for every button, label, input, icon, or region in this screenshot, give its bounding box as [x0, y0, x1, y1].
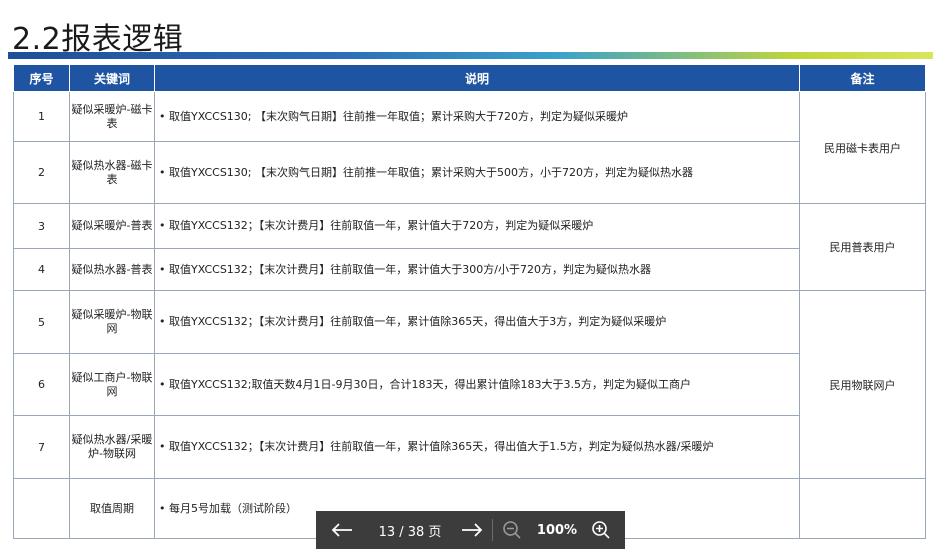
arrow-right-icon [462, 523, 483, 537]
table-row: 6 疑似工商户-物联网 • 取值YXCCS132;取值天数4月1日-9月30日，合… [13, 353, 926, 416]
note-group2: 民用普表用户 [799, 203, 926, 291]
table-row: 1 疑似采暖炉-磁卡表 • 取值YXCCS130; 【末次购气日期】往前推一年取值… [13, 91, 926, 204]
row-keyword: 疑似热水器/采暖炉-物联网 [69, 415, 155, 479]
bullet-icon: • [159, 315, 166, 328]
logic-table: 序号 关键词 说明 备注 1 疑似采暖炉-磁卡表 • 取值YXCCS130; 【末… [13, 64, 926, 539]
arrow-left-icon [331, 523, 352, 537]
bullet-icon: • [159, 165, 166, 179]
bullet-icon: • [159, 109, 166, 123]
bullet-icon: • [159, 219, 166, 232]
row-keyword: 疑似热水器-普表 [69, 248, 155, 291]
bullet-icon: • [159, 262, 166, 276]
page-indicator[interactable]: 13 / 38 页 [368, 521, 452, 540]
pdf-viewer-toolbar: 13 / 38 页 100% [316, 511, 625, 549]
prev-page-button[interactable] [316, 511, 368, 549]
zoom-in-icon [592, 521, 610, 539]
row-description-text: 每月5号加载（测试阶段） [169, 501, 297, 515]
header-keyword: 关键词 [69, 64, 155, 92]
header-note: 备注 [799, 64, 926, 92]
table-row: 2 疑似热水器-磁卡表 • 取值YXCCS130; 【末次购气日期】往前推一年取值… [13, 141, 926, 204]
header-description: 说明 [154, 64, 800, 92]
row-description: • 取值YXCCS132；【末次计费月】往前取值一年，累计值除365天，得出值大于… [154, 290, 800, 354]
title-gradient-bar [8, 52, 933, 59]
note-empty [799, 478, 926, 539]
header-index: 序号 [13, 64, 70, 92]
row-index: 1 [13, 91, 70, 142]
row-description-text: 取值YXCCS130; 【末次购气日期】往前推一年取值；累计采购大于500方，小… [169, 165, 693, 179]
zoom-out-icon [503, 521, 521, 539]
row-index: 5 [13, 290, 70, 354]
bullet-icon: • [159, 501, 166, 515]
table-row: 5 疑似采暖炉-物联网 • 取值YXCCS132；【末次计费月】往前取值一年，累计… [13, 290, 926, 479]
row-keyword: 取值周期 [69, 478, 155, 539]
note-group3: 民用物联网户 [799, 290, 926, 479]
row-description: • 取值YXCCS132；【末次计费月】往前取值一年，累计值大于720方，判定为疑… [154, 203, 800, 249]
row-keyword: 疑似采暖炉-普表 [69, 203, 155, 249]
row-keyword: 疑似采暖炉-物联网 [69, 290, 155, 354]
note-group1: 民用磁卡表用户 [799, 91, 926, 204]
row-description: • 取值YXCCS132；【末次计费月】往前取值一年，累计值除365天，得出值大于… [154, 415, 800, 479]
row-description-text: 取值YXCCS132；【末次计费月】往前取值一年，累计值除365天，得出值大于1… [169, 440, 714, 453]
row-index: 4 [13, 248, 70, 291]
next-page-button[interactable] [452, 511, 492, 549]
row-description: • 取值YXCCS130; 【末次购气日期】往前推一年取值；累计采购大于720方，… [154, 91, 800, 142]
row-index [13, 478, 70, 539]
row-description-text: 取值YXCCS132;取值天数4月1日-9月30日，合计183天，得出累计值除1… [169, 377, 691, 391]
row-index: 7 [13, 415, 70, 479]
row-keyword: 疑似工商户-物联网 [69, 353, 155, 416]
table-row: 3 疑似采暖炉-普表 • 取值YXCCS132；【末次计费月】往前取值一年，累计值… [13, 203, 926, 291]
row-description-text: 取值YXCCS130; 【末次购气日期】往前推一年取值；累计采购大于720方，判… [169, 109, 628, 123]
row-description: • 取值YXCCS132;取值天数4月1日-9月30日，合计183天，得出累计值除… [154, 353, 800, 416]
row-keyword: 疑似热水器-磁卡表 [69, 141, 155, 204]
bullet-icon: • [159, 377, 166, 391]
row-description-text: 取值YXCCS132；【末次计费月】往前取值一年，累计值大于300方/小于720… [169, 262, 651, 276]
row-description: • 取值YXCCS132；【末次计费月】往前取值一年，累计值大于300方/小于72… [154, 248, 800, 291]
row-index: 6 [13, 353, 70, 416]
row-index: 3 [13, 203, 70, 249]
table-row: 7 疑似热水器/采暖炉-物联网 • 取值YXCCS132；【末次计费月】往前取值一… [13, 415, 926, 479]
row-index: 2 [13, 141, 70, 204]
row-keyword: 疑似采暖炉-磁卡表 [69, 91, 155, 142]
zoom-out-button[interactable] [493, 511, 531, 549]
row-description-text: 取值YXCCS132；【末次计费月】往前取值一年，累计值除365天，得出值大于3… [169, 315, 667, 328]
zoom-level: 100% [536, 522, 578, 538]
bullet-icon: • [159, 440, 166, 453]
row-description: • 取值YXCCS130; 【末次购气日期】往前推一年取值；累计采购大于500方，… [154, 141, 800, 204]
table-row: 4 疑似热水器-普表 • 取值YXCCS132；【末次计费月】往前取值一年，累计值… [13, 248, 926, 291]
row-description-text: 取值YXCCS132；【末次计费月】往前取值一年，累计值大于720方，判定为疑似… [169, 219, 594, 232]
zoom-in-button[interactable] [583, 511, 619, 549]
table-header-row: 序号 关键词 说明 备注 [13, 64, 926, 92]
